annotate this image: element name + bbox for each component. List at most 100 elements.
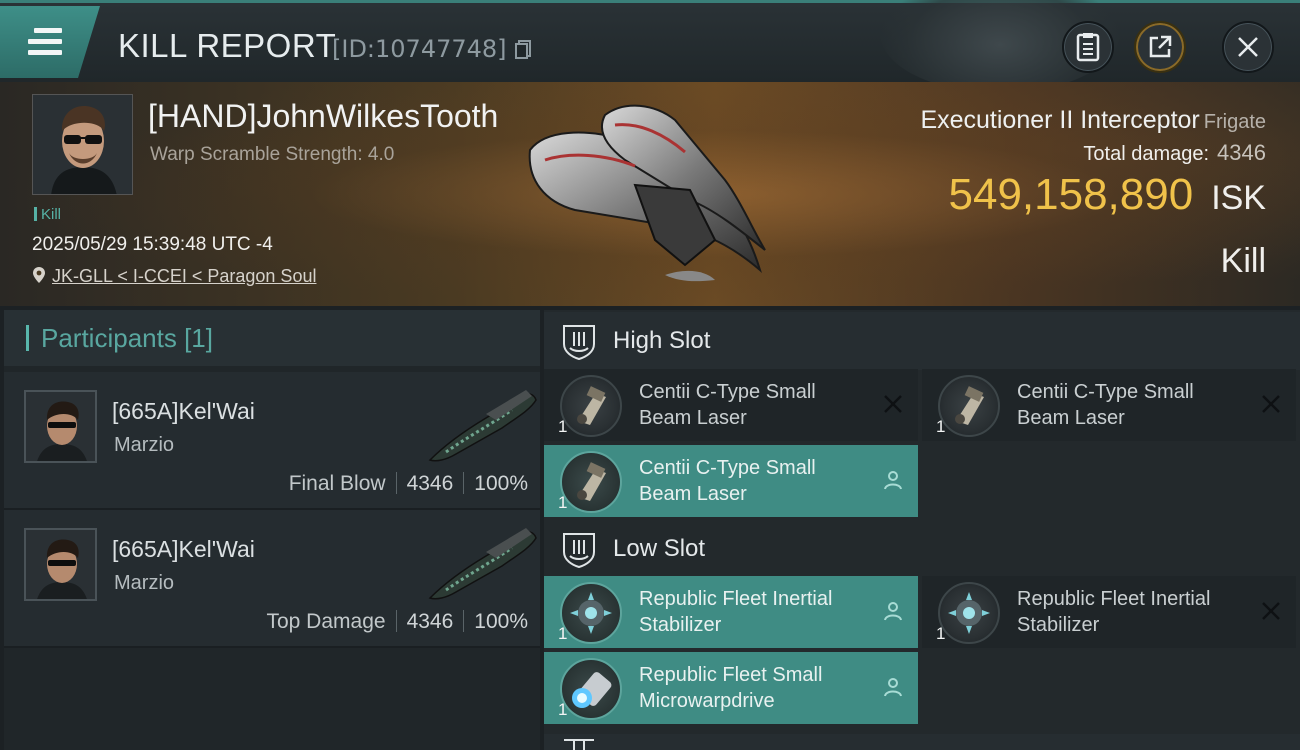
kill-id-text: [ID:10747748] bbox=[332, 35, 507, 63]
participant-damage: 4346 bbox=[406, 472, 454, 495]
copy-icon[interactable] bbox=[514, 39, 532, 59]
participant-corp: Marzio bbox=[114, 572, 175, 594]
clipboard-button[interactable] bbox=[1062, 21, 1114, 73]
microwarpdrive-icon bbox=[560, 658, 622, 720]
isk-unit: ISK bbox=[1211, 179, 1266, 217]
inertial-stabilizer-icon bbox=[560, 582, 622, 644]
participant-stats: Final Blow 4346 100% bbox=[289, 472, 528, 496]
module-item[interactable]: 1 Republic Fleet Inertial Stabilizer bbox=[922, 576, 1296, 648]
victim-name[interactable]: [HAND]JohnWilkesTooth bbox=[148, 98, 498, 135]
module-name: Centii C-Type Small Beam Laser bbox=[1017, 381, 1194, 429]
module-name: Republic Fleet Small Microwarpdrive bbox=[639, 664, 823, 712]
participants-title: Participants [1] bbox=[41, 322, 213, 353]
victim-ship-name[interactable]: Executioner II Interceptor Frigate bbox=[920, 106, 1266, 135]
isk-value: 549,158,890 ISK bbox=[949, 170, 1267, 220]
mid-slot-icon bbox=[564, 739, 594, 750]
module-quantity: 1 bbox=[936, 417, 946, 436]
participant-role: Final Blow bbox=[288, 472, 386, 495]
high-slot-label: High Slot bbox=[613, 327, 711, 354]
mid-slot-header-partial bbox=[544, 734, 1300, 750]
participant-corp: Marzio bbox=[114, 434, 175, 456]
stats-divider bbox=[395, 610, 397, 632]
low-slot-header: Low Slot bbox=[544, 520, 1300, 578]
module-item[interactable]: 1 Republic Fleet Inertial Stabilizer bbox=[544, 576, 918, 648]
module-item[interactable]: 1 Centii C-Type Small Beam Laser bbox=[544, 369, 918, 441]
kill-tag: Kill bbox=[34, 206, 61, 223]
page-title: KILL REPORT bbox=[118, 27, 337, 64]
kill-location[interactable]: JK-GLL < I-CCEI < Paragon Soul bbox=[32, 266, 316, 287]
menu-icon bbox=[28, 28, 62, 61]
warp-scramble-strength: Warp Scramble Strength: 4.0 bbox=[150, 144, 395, 165]
beam-laser-icon bbox=[560, 451, 622, 513]
module-name: Republic Fleet Inertial Stabilizer bbox=[1017, 588, 1211, 636]
participant-name[interactable]: [665A]Kel'Wai bbox=[112, 536, 255, 563]
destroyed-icon bbox=[1262, 602, 1280, 620]
share-button[interactable] bbox=[1134, 21, 1186, 73]
participant-name[interactable]: [665A]Kel'Wai bbox=[112, 398, 255, 425]
ship-class: Frigate bbox=[1203, 111, 1266, 133]
participants-header: Participants [1] bbox=[4, 310, 540, 366]
module-item[interactable]: 1 Republic Fleet Small Microwarpdrive bbox=[544, 652, 918, 724]
module-quantity: 1 bbox=[558, 700, 568, 719]
total-damage-label: Total damage: bbox=[1083, 143, 1210, 165]
share-icon bbox=[1149, 35, 1172, 58]
module-item[interactable]: 1 Centii C-Type Small Beam Laser bbox=[544, 445, 918, 517]
top-bar: KILL REPORT [ID:10747748] bbox=[0, 0, 1300, 93]
beam-laser-icon bbox=[560, 375, 622, 437]
kill-id[interactable]: [ID:10747748] bbox=[332, 35, 532, 63]
module-name: Republic Fleet Inertial Stabilizer bbox=[639, 588, 833, 636]
participant-portrait-icon bbox=[26, 392, 95, 461]
participant-row[interactable]: [665A]Kel'Wai Marzio Final Blow 4346 100% bbox=[4, 372, 540, 510]
isk-amount: 549,158,890 bbox=[948, 170, 1194, 219]
fitting-panel: High Slot 1 Centii C-Type Small Beam Las… bbox=[544, 310, 1300, 750]
participant-ship-icon bbox=[428, 390, 537, 462]
location-link[interactable]: JK-GLL < I-CCEI < Paragon Soul bbox=[52, 266, 316, 286]
victim-banner: [HAND]JohnWilkesTooth Warp Scramble Stre… bbox=[0, 82, 1300, 306]
location-pin-icon bbox=[33, 267, 45, 283]
low-slot-label: Low Slot bbox=[613, 535, 706, 562]
inertial-stabilizer-icon bbox=[938, 582, 1000, 644]
dropped-person-icon bbox=[884, 471, 902, 490]
participant-avatar[interactable] bbox=[24, 528, 97, 601]
ship-type: Executioner II Interceptor bbox=[920, 106, 1200, 134]
pilot-portrait-icon bbox=[33, 95, 132, 194]
module-quantity: 1 bbox=[558, 417, 568, 436]
menu-button[interactable] bbox=[0, 6, 100, 78]
participant-stats: Top Damage 4346 100% bbox=[266, 610, 528, 634]
clipboard-icon bbox=[1076, 33, 1100, 62]
victim-ship-image bbox=[528, 104, 766, 282]
participants-accent bbox=[26, 325, 29, 351]
participant-row[interactable]: [665A]Kel'Wai Marzio Top Damage 4346 100% bbox=[4, 510, 540, 648]
kill-tag-text: Kill bbox=[41, 206, 62, 223]
participant-percent: 100% bbox=[474, 610, 528, 633]
module-quantity: 1 bbox=[558, 624, 568, 643]
participant-portrait-icon bbox=[26, 530, 95, 599]
dropped-person-icon bbox=[884, 678, 902, 697]
module-quantity: 1 bbox=[558, 493, 568, 512]
total-damage-value: 4346 bbox=[1217, 140, 1266, 165]
destroyed-icon bbox=[884, 395, 902, 413]
module-name: Centii C-Type Small Beam Laser bbox=[639, 457, 816, 505]
participant-avatar[interactable] bbox=[24, 390, 97, 463]
stats-divider bbox=[463, 472, 465, 494]
participant-ship-icon bbox=[428, 528, 537, 600]
dropped-person-icon bbox=[884, 602, 902, 621]
close-button[interactable] bbox=[1222, 21, 1274, 73]
participant-percent: 100% bbox=[474, 472, 528, 495]
module-item[interactable]: 1 Centii C-Type Small Beam Laser bbox=[922, 369, 1296, 441]
module-name: Centii C-Type Small Beam Laser bbox=[639, 381, 816, 429]
destroyed-icon bbox=[1262, 395, 1280, 413]
victim-avatar[interactable] bbox=[32, 94, 133, 195]
beam-laser-icon bbox=[938, 375, 1000, 437]
kill-datetime: 2025/05/29 15:39:48 UTC -4 bbox=[32, 234, 273, 255]
high-slot-header: High Slot bbox=[544, 312, 1300, 370]
total-damage: Total damage: 4346 bbox=[1083, 140, 1266, 166]
close-icon bbox=[1238, 37, 1258, 57]
low-slot-icon bbox=[563, 533, 595, 568]
stats-divider bbox=[463, 610, 465, 632]
participant-damage: 4346 bbox=[406, 610, 454, 633]
module-quantity: 1 bbox=[936, 624, 946, 643]
kill-result: Kill bbox=[1220, 242, 1266, 280]
high-slot-icon bbox=[563, 325, 595, 360]
stats-divider bbox=[395, 472, 397, 494]
